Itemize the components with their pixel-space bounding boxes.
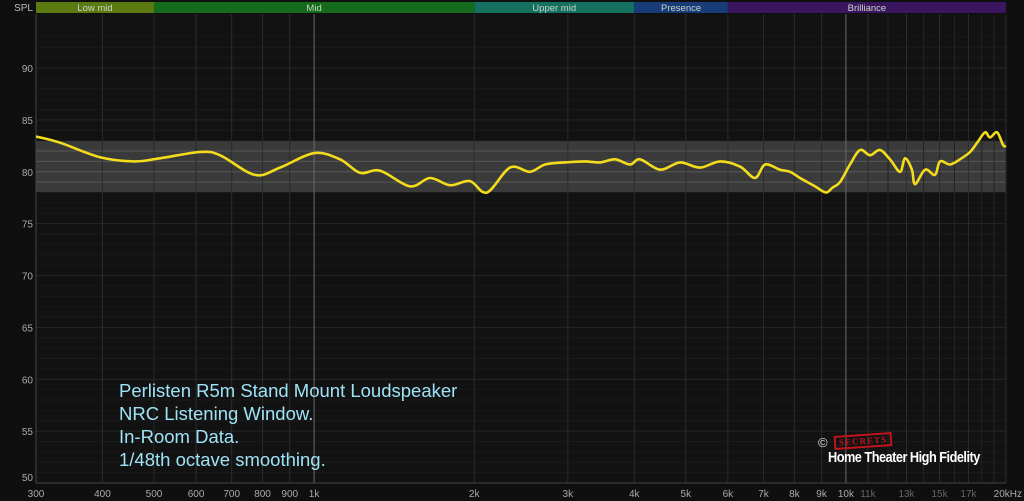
x-tick-label: 4k: [629, 489, 641, 500]
copyright-symbol: ©: [818, 435, 828, 450]
y-axis-label: SPL: [14, 3, 33, 14]
y-tick-label: 65: [22, 323, 34, 334]
x-tick-label: 1k: [309, 489, 321, 500]
band-label: Low mid: [77, 3, 112, 14]
x-tick-label: 11k: [860, 489, 876, 500]
x-tick-label: 300: [28, 489, 45, 500]
x-tick-label: 7k: [758, 489, 770, 500]
y-tick-label: 55: [22, 427, 34, 438]
x-tick-label: 3k: [563, 489, 575, 500]
x-tick-label: 400: [94, 489, 111, 500]
x-tick-label: 8k: [789, 489, 801, 500]
y-tick-label: 70: [22, 272, 34, 283]
y-tick-label: 75: [22, 220, 34, 231]
band-label: Upper mid: [532, 3, 576, 14]
band-label: Brilliance: [848, 3, 887, 14]
y-tick-label: 85: [22, 116, 34, 127]
x-tick-label: 500: [146, 489, 163, 500]
annotation-line: In-Room Data.: [119, 426, 240, 447]
x-tick-label: 10k: [838, 489, 855, 500]
x-tick-label: 700: [223, 489, 240, 500]
annotation-line: 1/48th octave smoothing.: [119, 449, 326, 470]
y-tick-label: 90: [22, 64, 34, 75]
y-tick-label: 60: [22, 375, 34, 386]
chart-annotation: Perlisten R5m Stand Mount Loudspeaker NR…: [119, 379, 457, 471]
x-tick-label: 800: [254, 489, 271, 500]
x-tick-label: 600: [188, 489, 205, 500]
band-label: Presence: [661, 3, 701, 14]
y-tick-label: 50: [22, 473, 34, 484]
x-tick-label: 900: [281, 489, 298, 500]
x-tick-label: 9k: [816, 489, 828, 500]
x-tick-label: 6k: [723, 489, 735, 500]
x-tick-label: 5k: [681, 489, 693, 500]
x-tick-label: 20kHz: [994, 489, 1022, 500]
x-tick-label: 15k: [931, 489, 948, 500]
band-label: Mid: [306, 3, 321, 14]
logo-text: Home Theater High Fidelity: [828, 449, 980, 466]
annotation-line: NRC Listening Window.: [119, 403, 314, 424]
x-tick-label: 13k: [898, 489, 915, 500]
x-tick-label: 2k: [469, 489, 481, 500]
annotation-line: Perlisten R5m Stand Mount Loudspeaker: [119, 380, 458, 401]
x-tick-label: 17k: [960, 489, 977, 500]
target-band: [36, 140, 1006, 193]
y-tick-label: 80: [22, 168, 34, 179]
